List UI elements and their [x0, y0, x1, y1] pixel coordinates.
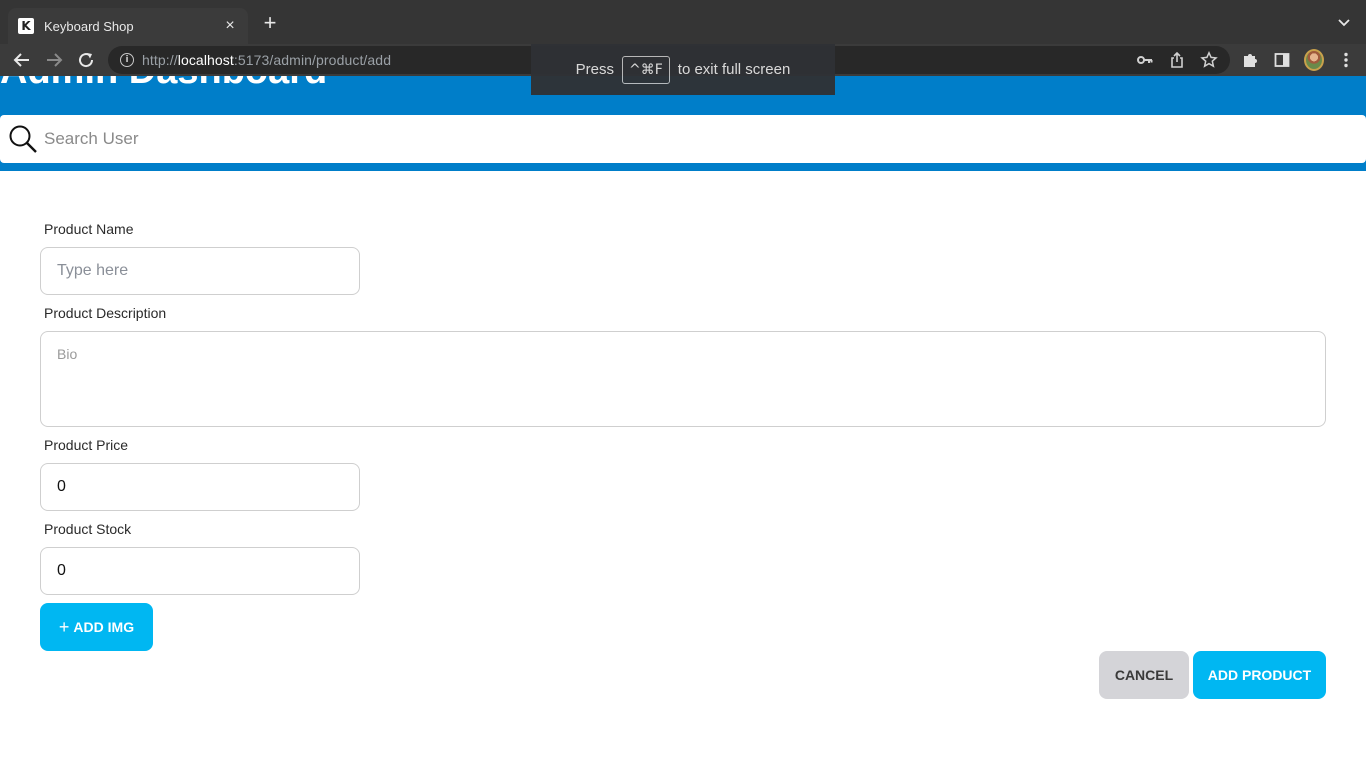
product-price-label: Product Price [44, 437, 129, 453]
site-info-icon[interactable]: i [120, 53, 134, 67]
fullscreen-exit-notice: Press ^⌘F to exit full screen [531, 44, 835, 95]
notice-shortcut-key: ^⌘F [621, 55, 670, 84]
profile-avatar[interactable] [1304, 48, 1324, 72]
url-path: :5173/admin/product/add [233, 52, 392, 68]
product-stock-label: Product Stock [44, 521, 132, 537]
add-image-button[interactable]: + ADD IMG [40, 603, 153, 651]
product-name-input[interactable] [40, 247, 360, 295]
browser-tab[interactable]: K Keyboard Shop × [8, 8, 248, 44]
search-icon [9, 125, 37, 153]
tab-search-chevron-down-icon[interactable] [1336, 14, 1352, 30]
browser-tab-bar: K Keyboard Shop × + [0, 0, 1366, 44]
cancel-button[interactable]: CANCEL [1099, 651, 1189, 699]
url-host: localhost [177, 52, 234, 68]
favicon-letter: K [21, 19, 31, 33]
add-product-button[interactable]: ADD PRODUCT [1193, 651, 1326, 699]
page-title: Admin Dashboard [0, 76, 327, 93]
key-icon[interactable] [1136, 51, 1154, 69]
tab-title: Keyboard Shop [44, 18, 134, 34]
search-user-input[interactable] [44, 129, 1244, 149]
plus-icon: + [58, 617, 70, 637]
browser-menu-kebab-icon[interactable] [1336, 48, 1356, 72]
new-tab-button[interactable]: + [258, 12, 282, 34]
product-name-label: Product Name [44, 221, 134, 237]
search-bar [0, 115, 1366, 163]
forward-arrow-icon[interactable] [42, 48, 66, 72]
product-stock-input[interactable] [40, 547, 360, 595]
reload-icon[interactable] [74, 48, 98, 72]
back-arrow-icon[interactable] [10, 48, 34, 72]
notice-press-text: Press [575, 61, 614, 78]
share-icon[interactable] [1168, 51, 1186, 69]
tab-close-icon[interactable]: × [222, 17, 238, 35]
product-description-textarea[interactable] [40, 331, 1326, 427]
url-scheme: http:// [142, 52, 178, 68]
url-text: http://localhost:5173/admin/product/add [142, 52, 391, 68]
side-panel-icon[interactable] [1272, 48, 1292, 72]
product-price-input[interactable] [40, 463, 360, 511]
notice-exit-text: to exit full screen [677, 61, 791, 78]
extensions-puzzle-icon[interactable] [1240, 48, 1260, 72]
keyboard-shop-favicon-icon: K [18, 18, 34, 34]
bookmark-star-icon[interactable] [1200, 51, 1218, 69]
add-image-label: ADD IMG [73, 619, 135, 635]
product-description-label: Product Description [44, 305, 167, 321]
